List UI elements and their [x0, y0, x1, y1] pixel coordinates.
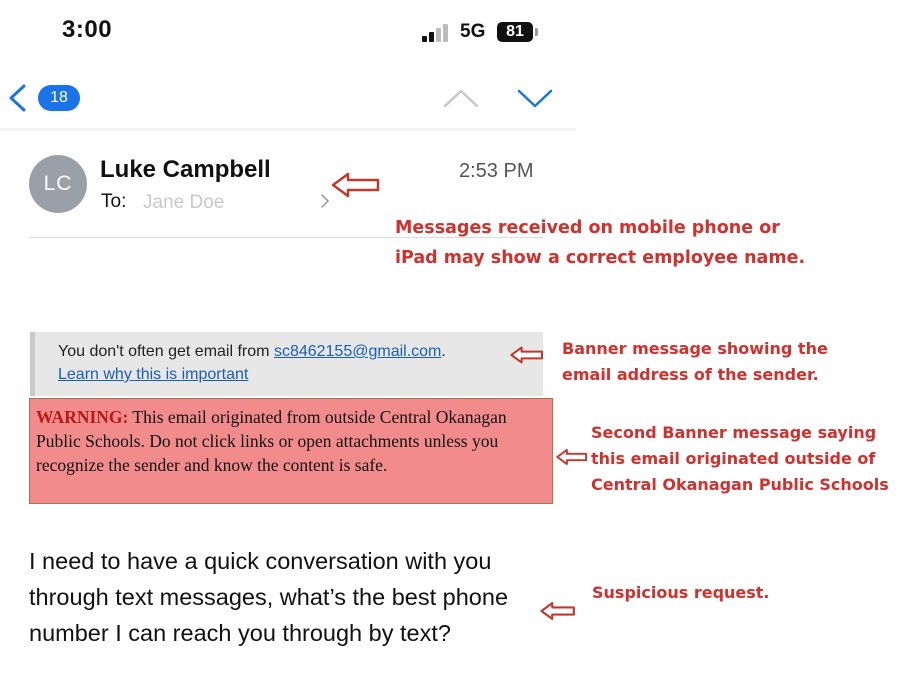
status-time: 3:00	[62, 16, 113, 43]
sender-name[interactable]: Luke Campbell	[100, 156, 271, 184]
back-chevron-icon[interactable]	[6, 83, 30, 113]
avatar[interactable]: LC	[29, 155, 87, 213]
annotation-suspicious: Suspicious request.	[592, 583, 770, 602]
annotation-banner-email: Banner message showing the email address…	[562, 339, 828, 384]
message-time: 2:53 PM	[459, 160, 534, 182]
chevron-right-icon[interactable]	[318, 192, 332, 210]
warning-label: WARNING:	[36, 407, 129, 427]
nav-divider	[0, 128, 576, 131]
network-type: 5G	[460, 21, 486, 42]
battery-level: 81	[506, 23, 524, 40]
sender-email-link[interactable]: sc8462155@gmail.com	[274, 343, 441, 360]
message-body: I need to have a quick conversation with…	[29, 548, 509, 646]
sender-info-banner	[30, 332, 543, 396]
banner-prefix: You don't often get email from	[58, 343, 274, 360]
annotation-arrow-icon	[510, 346, 543, 364]
annotation-arrow-icon	[540, 602, 575, 620]
annotation-mobile-name: Messages received on mobile phone or iPa…	[395, 218, 806, 268]
banner-suffix: .	[441, 343, 446, 360]
signal-icon	[422, 22, 452, 42]
battery-nub	[535, 28, 538, 36]
annotation-arrow-icon	[331, 172, 380, 198]
to-label: To:	[101, 191, 127, 212]
recipient-name[interactable]: Jane Doe	[143, 192, 224, 214]
next-message-icon[interactable]	[515, 86, 555, 110]
banner-sender-text: You don't often get email from sc8462155…	[58, 343, 446, 361]
battery-icon: 81	[497, 22, 533, 42]
previous-message-icon[interactable]	[441, 86, 481, 110]
external-warning-banner: WARNING: This email originated from outs…	[29, 398, 553, 504]
unread-count-badge[interactable]: 18	[38, 85, 80, 111]
annotation-banner-outside: Second Banner message saying this email …	[591, 423, 889, 494]
learn-why-link[interactable]: Learn why this is important	[58, 366, 248, 384]
annotation-arrow-icon	[556, 449, 588, 465]
